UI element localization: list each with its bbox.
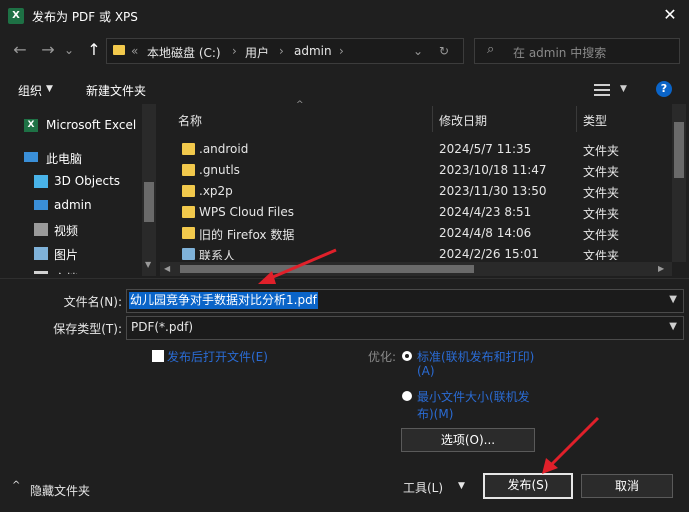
annotation-arrowhead-filename xyxy=(258,271,276,284)
annotation-arrow-publish xyxy=(548,416,600,468)
annotation-arrow-filename xyxy=(265,248,337,282)
annotation-arrows xyxy=(258,248,600,474)
